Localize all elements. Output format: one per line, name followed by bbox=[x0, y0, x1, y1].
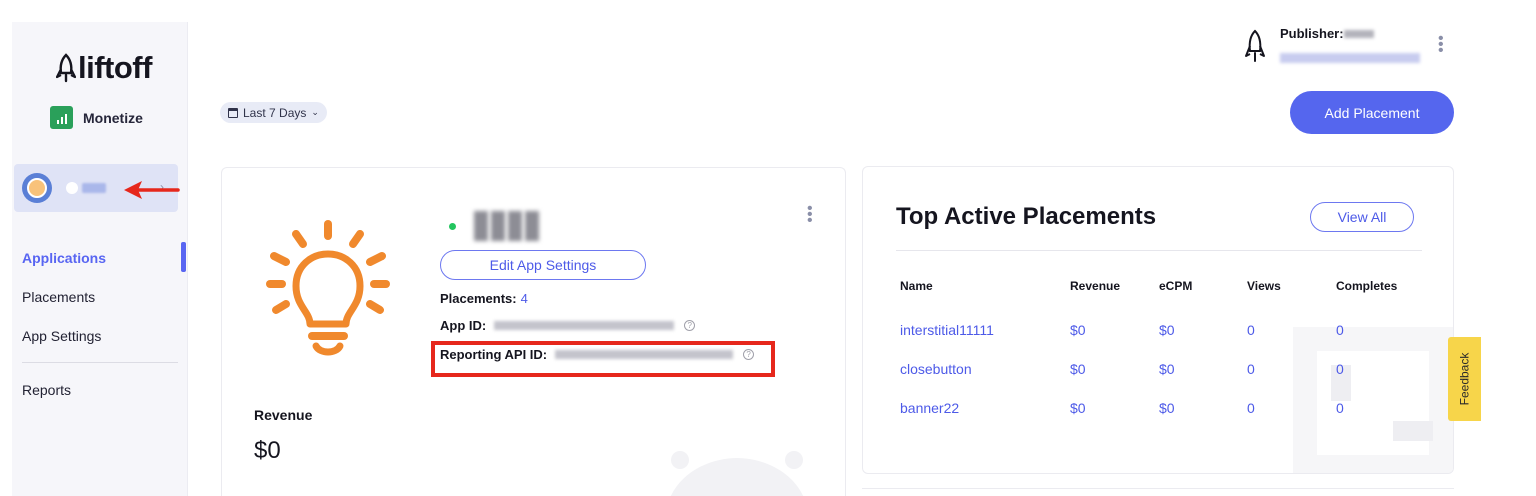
feedback-label: Feedback bbox=[1457, 352, 1472, 406]
watermark-graphic bbox=[670, 451, 804, 496]
cell-revenue[interactable]: $0 bbox=[1070, 400, 1086, 416]
logo-text: liftoff bbox=[78, 50, 152, 85]
app-avatar bbox=[22, 173, 52, 203]
sidebar-item-applications[interactable]: Applications bbox=[22, 246, 188, 285]
placement-name-link[interactable]: banner22 bbox=[900, 400, 959, 416]
cell-ecpm[interactable]: $0 bbox=[1159, 322, 1175, 338]
cell-views[interactable]: 0 bbox=[1247, 400, 1255, 416]
product-switcher[interactable]: Monetize bbox=[50, 106, 143, 129]
sidebar-divider bbox=[22, 362, 178, 363]
cell-completes[interactable]: 0 bbox=[1336, 361, 1344, 377]
annotation-highlight-box bbox=[431, 341, 775, 377]
placement-name-link[interactable]: closebutton bbox=[900, 361, 972, 377]
publisher-menu-icon[interactable]: • • • bbox=[1438, 31, 1444, 59]
top-active-placements-card: Top Active Placements View All Name Reve… bbox=[862, 166, 1454, 474]
date-range-dropdown[interactable]: Last 7 Days ⌄ bbox=[220, 102, 327, 123]
lightbulb-icon bbox=[266, 220, 390, 356]
next-card-edge bbox=[862, 488, 1454, 496]
liftoff-logo[interactable]: liftoff bbox=[56, 50, 152, 86]
sidebar-item-reports[interactable]: Reports bbox=[22, 382, 71, 398]
publisher-name-redacted bbox=[1344, 30, 1374, 38]
cell-ecpm[interactable]: $0 bbox=[1159, 361, 1175, 377]
top-placements-divider bbox=[896, 250, 1422, 251]
watermark-graphic bbox=[1293, 327, 1453, 473]
app-name-redacted bbox=[66, 182, 78, 194]
cell-completes[interactable]: 0 bbox=[1336, 322, 1344, 338]
add-placement-button[interactable]: Add Placement bbox=[1290, 91, 1454, 134]
chevron-down-icon: ⌄ bbox=[311, 107, 319, 117]
app-id-label: App ID: bbox=[440, 318, 487, 333]
revenue-label: Revenue bbox=[254, 407, 313, 423]
revenue-value: $0 bbox=[254, 437, 281, 464]
placements-count-row: Placements: 4 bbox=[440, 291, 528, 306]
publisher-label: Publisher: bbox=[1280, 26, 1344, 41]
card-menu-icon[interactable]: • • • bbox=[807, 201, 813, 229]
publisher-email-redacted bbox=[1280, 53, 1420, 63]
cell-revenue[interactable]: $0 bbox=[1070, 322, 1086, 338]
date-range-label: Last 7 Days bbox=[243, 105, 307, 120]
feedback-tab[interactable]: Feedback bbox=[1448, 337, 1481, 421]
annotation-arrow-icon bbox=[124, 181, 180, 199]
top-placements-title: Top Active Placements bbox=[896, 203, 1157, 230]
chart-icon bbox=[50, 106, 73, 129]
status-online-indicator bbox=[449, 223, 456, 230]
product-label: Monetize bbox=[83, 109, 143, 126]
placements-count-link[interactable]: 4 bbox=[521, 291, 528, 306]
placement-name-link[interactable]: interstitial11111 bbox=[900, 322, 994, 338]
view-all-button[interactable]: View All bbox=[1310, 202, 1414, 232]
cell-revenue[interactable]: $0 bbox=[1070, 361, 1086, 377]
app-name-redacted bbox=[474, 211, 539, 241]
cell-views[interactable]: 0 bbox=[1247, 361, 1255, 377]
column-header-completes: Completes bbox=[1336, 279, 1398, 293]
app-summary-card: • • • Edit App Settings Placements: 4 App … bbox=[221, 167, 846, 496]
sidebar: liftoff Monetize › Applications Placemen… bbox=[12, 22, 188, 496]
column-header-views: Views bbox=[1247, 279, 1281, 293]
calendar-icon bbox=[228, 107, 238, 118]
column-header-revenue: Revenue bbox=[1070, 279, 1121, 293]
cell-completes[interactable]: 0 bbox=[1336, 400, 1344, 416]
app-root: liftoff Monetize › Applications Placemen… bbox=[0, 0, 1536, 496]
column-header-ecpm: eCPM bbox=[1159, 279, 1193, 293]
sidebar-nav: Applications Placements App Settings bbox=[22, 246, 188, 363]
cell-views[interactable]: 0 bbox=[1247, 322, 1255, 338]
column-header-name: Name bbox=[900, 279, 933, 293]
rocket-icon bbox=[56, 53, 76, 83]
sidebar-item-app-settings[interactable]: App Settings bbox=[22, 324, 188, 363]
rocket-icon bbox=[1245, 29, 1265, 62]
placements-label: Placements: bbox=[440, 291, 517, 306]
edit-app-settings-button[interactable]: Edit App Settings bbox=[440, 250, 646, 280]
app-name-redacted-text bbox=[82, 183, 106, 193]
sidebar-item-placements[interactable]: Placements bbox=[22, 285, 188, 324]
app-id-row: App ID: ? bbox=[440, 318, 696, 333]
question-circle-icon[interactable]: ? bbox=[684, 320, 696, 331]
app-id-redacted bbox=[494, 321, 675, 330]
cell-ecpm[interactable]: $0 bbox=[1159, 400, 1175, 416]
